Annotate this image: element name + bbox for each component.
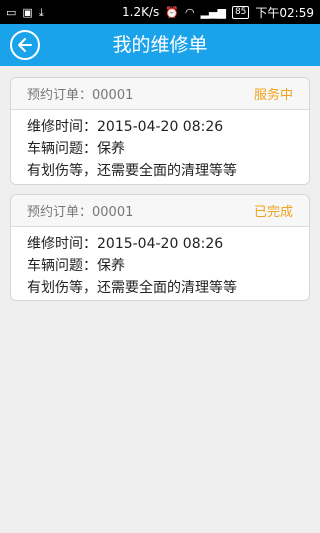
repair-time: 维修时间：2015-04-20 08:26 (27, 236, 224, 252)
download-icon: ⤓ (38, 5, 44, 19)
battery-icon: 85 (231, 5, 250, 19)
alarm-icon: ⏰ (165, 5, 179, 19)
wifi-icon: ◠ (184, 5, 195, 19)
status-bar: ▭ ▣ ⤓ 1.2K/s ⏰ ◠ ▂▄▆ 85 下午02:59 (0, 0, 320, 24)
order-note: 有划伤等，还需要全面的清理等等 (27, 163, 237, 179)
back-arrow-icon (18, 38, 32, 52)
image-icon: ▣ (22, 5, 33, 19)
status-badge: 已完成 (253, 205, 293, 220)
order-number: 预约订单：00001 (27, 205, 134, 220)
order-note: 有划伤等，还需要全面的清理等等 (27, 280, 237, 296)
notification-app-icon: ▭ (6, 5, 17, 19)
order-card[interactable]: 预约订单：00001 已完成 维修时间：2015-04-20 08:26 车辆问… (10, 194, 310, 301)
clock: 下午02:59 (255, 5, 314, 20)
order-number: 预约订单：00001 (27, 88, 134, 103)
signal-icon: ▂▄▆ (200, 5, 226, 19)
net-speed: 1.2K/s (122, 5, 160, 19)
order-card-body: 维修时间：2015-04-20 08:26 车辆问题：保养 有划伤等，还需要全面… (11, 227, 309, 299)
page-title: 我的维修单 (112, 34, 208, 56)
back-button[interactable] (10, 30, 40, 60)
vehicle-problem: 车辆问题：保养 (27, 141, 125, 157)
order-card-header: 预约订单：00001 已完成 (11, 195, 309, 227)
app-bar: 我的维修单 (0, 24, 320, 66)
order-card[interactable]: 预约订单：00001 服务中 维修时间：2015-04-20 08:26 车辆问… (10, 77, 310, 185)
repair-time: 维修时间：2015-04-20 08:26 (27, 119, 224, 135)
vehicle-problem: 车辆问题：保养 (27, 258, 125, 274)
order-card-header: 预约订单：00001 服务中 (11, 78, 309, 110)
status-badge: 服务中 (253, 88, 293, 103)
order-card-body: 维修时间：2015-04-20 08:26 车辆问题：保养 有划伤等，还需要全面… (11, 110, 309, 182)
